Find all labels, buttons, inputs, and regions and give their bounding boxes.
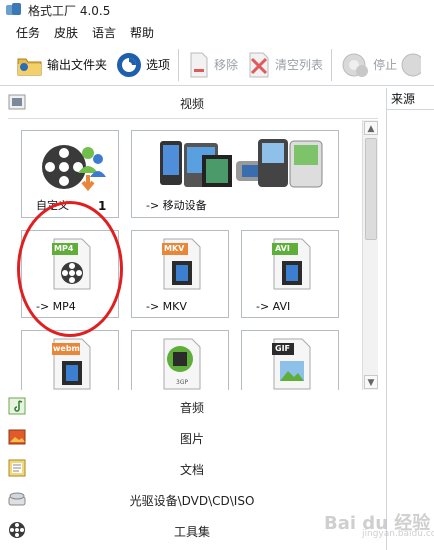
category-picture[interactable]: 图片	[0, 423, 384, 453]
tile-webm[interactable]: webm	[21, 330, 119, 390]
tile-custom-number: 1	[98, 199, 107, 213]
tile-mp4-label: -> MP4	[36, 300, 76, 313]
music-note-icon	[8, 397, 26, 415]
category-video-label: 视频	[179, 96, 204, 111]
tile-custom[interactable]: 自定义 1	[21, 130, 119, 218]
clear-list-button[interactable]: 清空列表	[242, 48, 327, 82]
tile-avi-label: -> AVI	[256, 300, 291, 313]
mobile-devices-icon	[160, 139, 323, 188]
video-category-icon	[8, 94, 26, 110]
tile-mkv-label: -> MKV	[146, 300, 187, 313]
task-list-pane: 来源	[386, 88, 434, 550]
menu-help[interactable]: 帮助	[130, 24, 154, 41]
app-icon	[6, 3, 22, 17]
options-button[interactable]: 选项	[111, 48, 174, 82]
menu-task[interactable]: 任务	[16, 24, 40, 41]
tile-mp4[interactable]: MP4 -> MP4	[21, 230, 119, 318]
options-icon	[117, 52, 142, 77]
output-folder-label: 输出文件夹	[47, 58, 108, 72]
gif-badge: GIF	[275, 344, 291, 353]
source-column-header[interactable]: 来源	[387, 88, 434, 110]
toolbar-separator	[331, 48, 333, 81]
category-picture-label: 图片	[179, 431, 204, 446]
tile-mobile-device[interactable]: -> 移动设备	[131, 130, 339, 218]
remove-button[interactable]: 移除	[183, 48, 242, 82]
avi-badge: AVI	[275, 244, 290, 253]
scroll-thumb[interactable]	[365, 138, 377, 240]
category-document[interactable]: 文档	[0, 454, 384, 484]
remove-label: 移除	[214, 58, 239, 72]
options-label: 选项	[146, 58, 171, 72]
start-icon	[401, 53, 422, 76]
title-bar: 格式工厂 4.0.5	[0, 0, 434, 20]
webm-badge: webm	[53, 344, 80, 353]
scroll-up-arrow-icon[interactable]: ▲	[364, 121, 378, 135]
stop-icon	[342, 53, 369, 77]
picture-icon	[8, 429, 26, 445]
mkv-badge: MKV	[164, 244, 185, 253]
stop-label: 停止	[373, 58, 398, 72]
output-folder-button[interactable]: 输出文件夹	[12, 48, 111, 82]
clear-list-icon	[249, 52, 269, 77]
window-title: 格式工厂 4.0.5	[28, 3, 111, 18]
category-audio[interactable]: 音频	[0, 392, 384, 422]
3gp-badge: 3GP	[176, 379, 189, 386]
document-icon	[8, 459, 26, 477]
category-video[interactable]: 视频	[0, 88, 384, 118]
remove-icon	[190, 52, 208, 77]
menu-language[interactable]: 语言	[92, 24, 116, 41]
watermark-sub: jingyan.baidu.com	[362, 529, 434, 539]
category-sidebar: 视频 自定义 1 -> 移动设备 MP4 -> MP4 MKV -> MKV A…	[0, 88, 384, 550]
menu-bar: 任务 皮肤 语言 帮助	[0, 22, 168, 42]
tile-mobile-device-label: -> 移动设备	[146, 199, 207, 212]
tile-mkv[interactable]: MKV -> MKV	[131, 230, 229, 318]
toolbar: 输出文件夹 选项 移除 清空列表 停止	[0, 44, 434, 86]
tile-3gp[interactable]: 3GP	[131, 330, 229, 390]
grid-scrollbar[interactable]: ▲ ▼	[362, 120, 378, 390]
tile-avi[interactable]: AVI -> AVI	[241, 230, 339, 318]
mp4-badge: MP4	[54, 244, 74, 253]
tools-reel-icon	[9, 522, 25, 538]
start-button[interactable]	[401, 48, 422, 82]
category-audio-label: 音频	[179, 400, 204, 415]
baidu-watermark: Bai du 经验 jingyan.baidu.com	[312, 503, 434, 543]
tile-custom-label: 自定义	[36, 199, 69, 212]
category-document-label: 文档	[179, 462, 204, 477]
optical-drive-icon	[8, 492, 26, 506]
video-format-grid: 自定义 1 -> 移动设备 MP4 -> MP4 MKV -> MKV AVI …	[8, 118, 378, 390]
stop-button[interactable]: 停止	[336, 48, 401, 82]
clear-list-label: 清空列表	[275, 58, 324, 72]
film-reel-people-icon	[42, 145, 106, 192]
toolbar-separator	[178, 48, 180, 81]
menu-skin[interactable]: 皮肤	[54, 24, 78, 41]
tile-gif[interactable]: GIF	[241, 330, 339, 390]
scroll-down-arrow-icon[interactable]: ▼	[364, 375, 378, 389]
folder-icon	[17, 58, 42, 75]
